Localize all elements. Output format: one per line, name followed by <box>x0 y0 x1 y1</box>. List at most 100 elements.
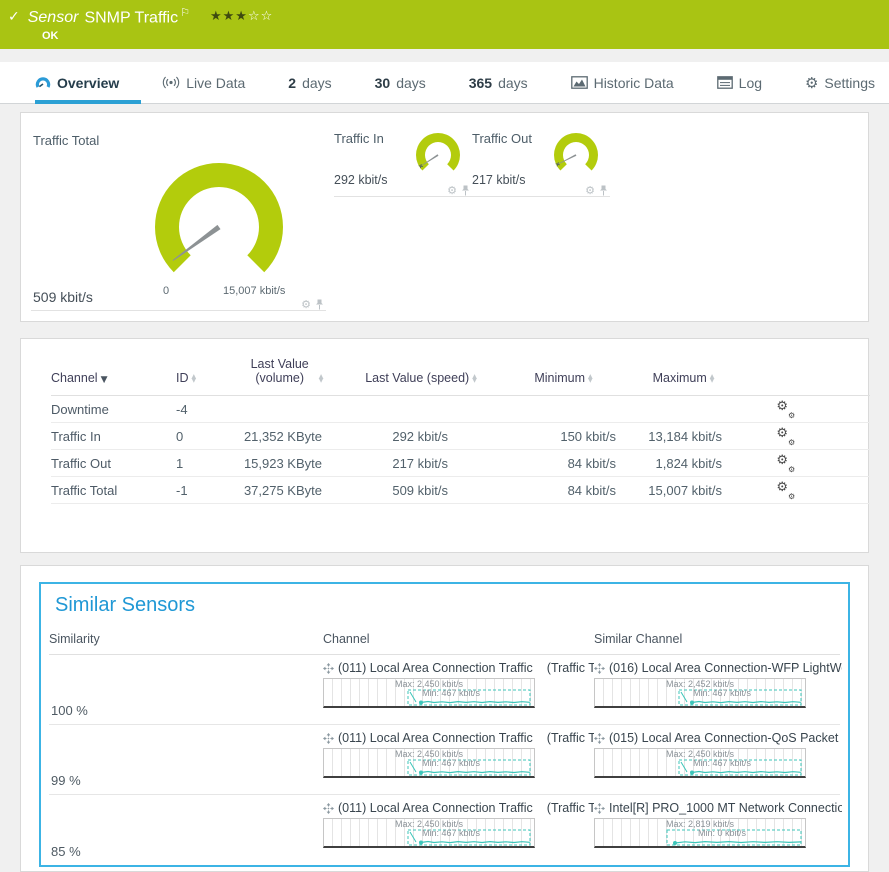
channel-name[interactable]: (011) Local Area Connection Traffic <box>338 801 533 815</box>
cell-speed: 509 kbit/s <box>336 483 506 498</box>
channel-minichart[interactable]: Max: 2,450 kbit/s Min: 467 kbit/s <box>323 748 535 778</box>
col-header-minimum[interactable]: Minimum▲▼ <box>506 371 621 385</box>
cell-maximum: 13,184 kbit/s <box>621 429 746 444</box>
stars-empty[interactable]: ☆☆ <box>248 9 273 24</box>
gauge-in-divider <box>334 196 472 197</box>
gauge-total-settings-icon[interactable]: ⚙ <box>301 300 311 310</box>
col-header-volume-label: Last Value (volume) <box>244 357 316 385</box>
flag-icon[interactable]: ⚐ <box>180 6 190 19</box>
similar-channel-minichart[interactable]: Max: 2,819 kbit/s Min: 0 kbit/s <box>594 818 806 848</box>
sort-icon[interactable]: ▲▼ <box>319 375 324 385</box>
similar-channel-minichart[interactable]: Max: 2,450 kbit/s Min: 467 kbit/s <box>594 748 806 778</box>
similar-channel-link[interactable]: (015) Local Area Connection-QoS Packet S… <box>594 731 842 745</box>
sensor-header: ✓ SensorSNMP Traffic⚐ ★★★☆☆ OK <box>0 0 889 49</box>
col-header-channel[interactable]: Channel▼ <box>51 371 176 385</box>
table-row-traffic-in: Traffic In 0 21,352 KByte 292 kbit/s 150… <box>51 423 870 450</box>
col-header-id-label: ID <box>176 371 189 385</box>
gauge-total-scale-min: 0 <box>163 285 169 297</box>
cell-id: -4 <box>176 402 231 417</box>
gauge-in-settings-icon[interactable]: ⚙ <box>447 186 457 196</box>
sort-icon[interactable]: ▲▼ <box>192 375 197 385</box>
similar-channel-name[interactable]: Intel[R] PRO_1000 MT Network Connection <box>609 801 842 815</box>
status-badge: OK <box>42 30 889 42</box>
gauges-panel: Traffic Total 509 kbit/s 0 15,007 kbit/s… <box>20 112 869 322</box>
gauge-out-pin-icon[interactable] <box>599 185 608 196</box>
move-icon <box>323 663 334 674</box>
tab-settings[interactable]: ⚙ Settings <box>805 74 875 92</box>
similar-sensors-panel: Similar Sensors Similarity Channel Simil… <box>20 565 869 872</box>
gauge-traffic-out: Traffic Out 217 kbit/s ⚙ <box>472 127 610 197</box>
tab-log[interactable]: Log <box>717 75 762 91</box>
minichart-min-label: Min: 467 kbit/s <box>617 758 827 768</box>
table-row-downtime: Downtime -4 ⚙⚙ <box>51 396 870 423</box>
tab-30-days-number: 30 <box>375 75 391 91</box>
similarity-value: 100 % <box>51 703 88 718</box>
cell-channel[interactable]: Downtime <box>51 402 176 417</box>
similar-row-2: 99 % (011) Local Area Connection Traffic… <box>49 725 840 795</box>
tab-overview[interactable]: Overview <box>35 75 119 91</box>
traffic-in-gauge <box>410 125 466 181</box>
priority-stars[interactable]: ★★★☆☆ <box>210 9 273 24</box>
channel-link[interactable]: (011) Local Area Connection Traffic (Tra… <box>323 731 594 745</box>
similar-channel-link[interactable]: (016) Local Area Connection-WFP LightWei… <box>594 661 842 675</box>
move-icon <box>594 663 605 674</box>
similar-sensors-title: Similar Sensors <box>55 594 840 617</box>
channel-minichart[interactable]: Max: 2,450 kbit/s Min: 467 kbit/s <box>323 678 535 708</box>
cell-channel[interactable]: Traffic Out <box>51 456 176 471</box>
move-icon <box>323 733 334 744</box>
channel-name[interactable]: (011) Local Area Connection Traffic <box>338 661 533 675</box>
gauge-total-value: 509 kbit/s <box>33 289 93 305</box>
tab-365-days-number: 365 <box>469 75 492 91</box>
col-header-maximum[interactable]: Maximum▲▼ <box>621 371 746 385</box>
cell-maximum: 15,007 kbit/s <box>621 483 746 498</box>
sort-desc-icon[interactable]: ▼ <box>101 375 108 385</box>
tabbar-gap <box>0 49 889 62</box>
gauge-out-divider <box>472 196 610 197</box>
historic-data-icon <box>571 76 588 89</box>
ok-check-icon: ✓ <box>8 9 20 25</box>
gauge-out-settings-icon[interactable]: ⚙ <box>585 186 595 196</box>
channel-link[interactable]: (011) Local Area Connection Traffic (Tra… <box>323 801 594 815</box>
gauge-total-pin-icon[interactable] <box>315 299 324 310</box>
gauge-out-value: 217 kbit/s <box>472 173 526 187</box>
col-header-speed[interactable]: Last Value (speed)▲▼ <box>336 371 506 385</box>
similarity-value: 85 % <box>51 844 81 859</box>
tab-overview-label: Overview <box>57 75 119 91</box>
tab-30-days-label: days <box>396 75 426 91</box>
channel-link[interactable]: (011) Local Area Connection Traffic (Tra… <box>323 661 594 675</box>
tab-365-days[interactable]: 365 days <box>469 75 528 91</box>
similar-channel-minichart[interactable]: Max: 2,452 kbit/s Min: 467 kbit/s <box>594 678 806 708</box>
tab-30-days[interactable]: 30 days <box>375 75 426 91</box>
cell-volume: 15,923 KByte <box>231 456 336 471</box>
similar-channel-link[interactable]: Intel[R] PRO_1000 MT Network Connection … <box>594 801 842 815</box>
similar-channel-name[interactable]: (015) Local Area Connection-QoS Packet S… <box>609 731 842 745</box>
live-data-icon <box>162 76 180 89</box>
sort-icon[interactable]: ▲▼ <box>588 375 593 385</box>
tab-historic-data-label: Historic Data <box>594 75 674 91</box>
gauge-in-value: 292 kbit/s <box>334 173 388 187</box>
overview-gauge-icon <box>35 76 51 89</box>
sort-icon[interactable]: ▲▼ <box>472 375 477 385</box>
channel-name[interactable]: (011) Local Area Connection Traffic <box>338 731 533 745</box>
similar-channel-name[interactable]: (016) Local Area Connection-WFP LightWei… <box>609 661 842 675</box>
cell-id: -1 <box>176 483 231 498</box>
tab-historic-data[interactable]: Historic Data <box>571 75 674 91</box>
cell-channel[interactable]: Traffic In <box>51 429 176 444</box>
tab-2-days-label: days <box>302 75 332 91</box>
gauge-traffic-total: Traffic Total 509 kbit/s 0 15,007 kbit/s… <box>31 125 326 311</box>
col-header-volume[interactable]: Last Value (volume)▲▼ <box>231 357 336 385</box>
similar-row-1: 100 % (011) Local Area Connection Traffi… <box>49 655 840 725</box>
stars-filled[interactable]: ★★★ <box>210 9 248 24</box>
channel-minichart[interactable]: Max: 2,450 kbit/s Min: 467 kbit/s <box>323 818 535 848</box>
gauge-in-pin-icon[interactable] <box>461 185 470 196</box>
col-header-id[interactable]: ID▲▼ <box>176 371 231 385</box>
sort-icon[interactable]: ▲▼ <box>710 375 715 385</box>
similar-table-header: Similarity Channel Similar Channel <box>49 632 840 655</box>
sensor-type-label: Sensor <box>28 9 79 26</box>
tab-live-data[interactable]: Live Data <box>162 75 245 91</box>
tab-2-days[interactable]: 2 days <box>288 75 331 91</box>
col-header-similar-channel-right: Similar Channel <box>594 632 842 646</box>
settings-gear-icon: ⚙ <box>805 74 818 92</box>
tab-live-data-label: Live Data <box>186 75 245 91</box>
cell-channel[interactable]: Traffic Total <box>51 483 176 498</box>
